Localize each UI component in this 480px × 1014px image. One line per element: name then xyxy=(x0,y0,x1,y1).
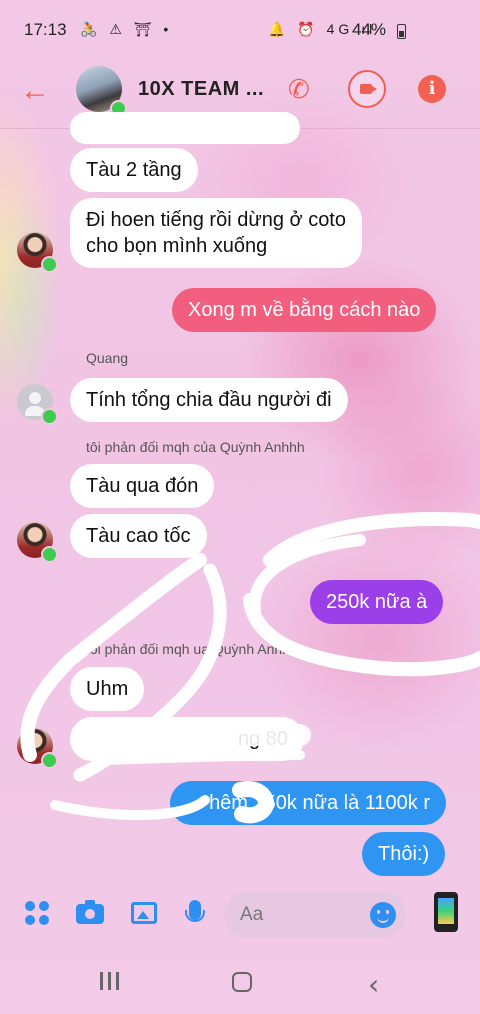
emoji-icon[interactable] xyxy=(370,902,396,928)
online-indicator xyxy=(41,546,58,563)
reply-note: tôi phản đối mqh của Quỳnh Anhhh xyxy=(86,439,305,455)
message-text: Tính tổng chia đầu người đi xyxy=(86,389,332,411)
home-icon[interactable] xyxy=(232,972,252,992)
back-icon[interactable]: ‹ xyxy=(368,968,379,1001)
online-indicator xyxy=(41,408,58,425)
message-text: ng 80 xyxy=(237,728,288,750)
message-bubble[interactable]: Tàu 2 tầng xyxy=(70,148,198,192)
message-text: Tàu qua đón xyxy=(86,475,199,497)
camera-icon[interactable] xyxy=(76,900,104,924)
message-text: Uhm xyxy=(86,678,129,700)
gallery-icon[interactable] xyxy=(131,902,157,924)
message-text: Tàu cao tốc xyxy=(86,525,191,547)
reply-note: tôi phản đối mqh ua Quỳnh Anhhh xyxy=(86,641,298,657)
online-indicator xyxy=(41,256,58,273)
phone-app-icon[interactable] xyxy=(434,892,458,932)
apps-icon[interactable] xyxy=(25,901,51,927)
message-bubble-outgoing[interactable]: 250k nữa à xyxy=(310,580,444,624)
message-text: Thôi:) xyxy=(378,843,430,865)
message-bubble[interactable]: ng 80 xyxy=(70,717,304,761)
message-text: cho bọn mình xuống xyxy=(86,235,268,257)
message-bubble[interactable]: Uhm xyxy=(70,667,145,711)
microphone-icon[interactable] xyxy=(185,900,205,922)
message-input-placeholder: Aa xyxy=(240,904,264,925)
online-indicator xyxy=(41,752,58,769)
message-bubble-partial xyxy=(70,112,300,144)
message-bubble-outgoing[interactable]: Xong m về bằng cách nào xyxy=(172,288,437,332)
message-text: hêm 250k nữa là 1100k r xyxy=(209,792,430,814)
message-text: Đi hoen tiếng rồi dừng ở coto xyxy=(86,209,346,231)
message-bubble[interactable]: Tàu qua đón xyxy=(70,464,215,508)
message-text: Tàu 2 tầng xyxy=(86,159,182,181)
system-nav-bar: ‹ xyxy=(0,946,480,1014)
message-list: Tàu 2 tầng Đi hoen tiếng rồi dừng ở coto… xyxy=(0,0,480,1014)
message-bubble[interactable]: Đi hoen tiếng rồi dừng ở coto cho bọn mì… xyxy=(70,198,362,268)
message-composer: Aa xyxy=(0,880,480,946)
message-text: 250k nữa à xyxy=(326,591,428,613)
sender-name: Quang xyxy=(86,350,129,366)
message-bubble-outgoing[interactable]: Thôi:) xyxy=(362,832,446,876)
message-bubble[interactable]: Tính tổng chia đầu người đi xyxy=(70,378,348,422)
message-text: Xong m về bằng cách nào xyxy=(188,299,421,321)
message-bubble-outgoing[interactable]: hêm 250k nữa là 1100k r xyxy=(170,781,446,825)
message-bubble[interactable]: Tàu cao tốc xyxy=(70,514,207,558)
recent-apps-icon[interactable] xyxy=(100,972,120,990)
